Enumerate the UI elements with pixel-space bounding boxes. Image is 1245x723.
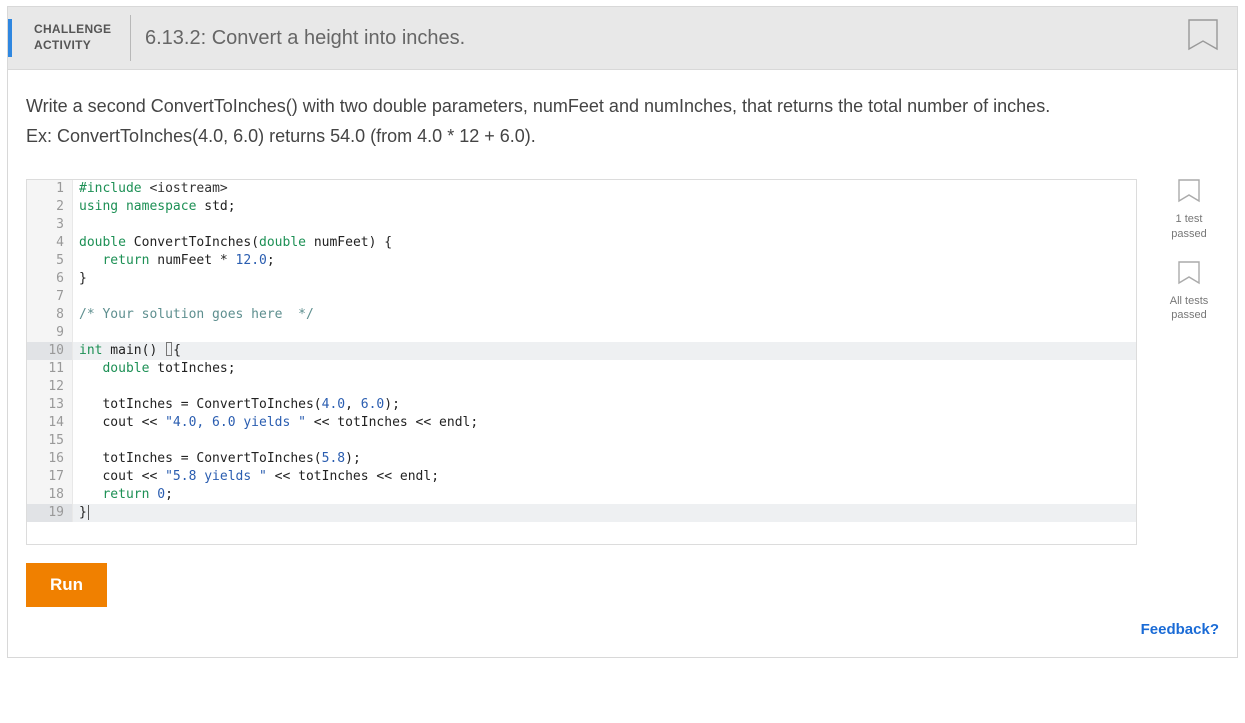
code-content[interactable]: cout << "4.0, 6.0 yields " << totInches … xyxy=(73,414,478,432)
code-content[interactable]: cout << "5.8 yields " << totInches << en… xyxy=(73,468,439,486)
code-line[interactable]: 12 xyxy=(27,378,1136,396)
line-number: 15 xyxy=(27,432,73,450)
code-content[interactable]: #include <iostream> xyxy=(73,180,228,198)
code-line[interactable]: 6} xyxy=(27,270,1136,288)
code-line[interactable]: 3 xyxy=(27,216,1136,234)
activity-label-line1: CHALLENGE xyxy=(34,22,116,38)
feedback-row: Feedback? xyxy=(26,621,1219,639)
code-line[interactable]: 5 return numFeet * 12.0; xyxy=(27,252,1136,270)
challenge-card: CHALLENGE ACTIVITY 6.13.2: Convert a hei… xyxy=(7,6,1238,658)
line-number: 10 xyxy=(27,342,73,360)
code-line[interactable]: 13 totInches = ConvertToInches(4.0, 6.0)… xyxy=(27,396,1136,414)
prompt-line: Write a second ConvertToInches() with tw… xyxy=(26,92,1219,122)
code-line[interactable]: 16 totInches = ConvertToInches(5.8); xyxy=(27,450,1136,468)
line-number: 7 xyxy=(27,288,73,306)
line-number: 19 xyxy=(27,504,73,522)
code-content[interactable] xyxy=(73,378,79,396)
bookmark-icon[interactable] xyxy=(1187,19,1219,57)
line-number: 6 xyxy=(27,270,73,288)
line-number: 8 xyxy=(27,306,73,324)
code-line[interactable]: 4double ConvertToInches(double numFeet) … xyxy=(27,234,1136,252)
card-body: Write a second ConvertToInches() with tw… xyxy=(8,70,1237,657)
line-number: 2 xyxy=(27,198,73,216)
code-content[interactable]: totInches = ConvertToInches(5.8); xyxy=(73,450,361,468)
ribbon-icon xyxy=(1177,179,1201,207)
line-number: 13 xyxy=(27,396,73,414)
code-line[interactable]: 1#include <iostream> xyxy=(27,180,1136,198)
status-text: All testspassed xyxy=(1170,294,1209,323)
activity-prompt: Write a second ConvertToInches() with tw… xyxy=(26,92,1219,151)
ribbon-icon xyxy=(1177,261,1201,289)
code-line[interactable]: 10int main() { xyxy=(27,342,1136,360)
code-content[interactable]: return numFeet * 12.0; xyxy=(73,252,275,270)
line-number: 18 xyxy=(27,486,73,504)
line-number: 5 xyxy=(27,252,73,270)
prompt-line: Ex: ConvertToInches(4.0, 6.0) returns 54… xyxy=(26,122,1219,152)
code-line[interactable]: 19} xyxy=(27,504,1136,522)
code-content[interactable]: return 0; xyxy=(73,486,173,504)
code-content[interactable]: double ConvertToInches(double numFeet) { xyxy=(73,234,392,252)
code-line[interactable]: 2using namespace std; xyxy=(27,198,1136,216)
line-number: 4 xyxy=(27,234,73,252)
line-number: 12 xyxy=(27,378,73,396)
code-content[interactable]: totInches = ConvertToInches(4.0, 6.0); xyxy=(73,396,400,414)
code-content[interactable]: int main() { xyxy=(73,342,181,360)
run-button[interactable]: Run xyxy=(26,563,107,607)
activity-type-label: CHALLENGE ACTIVITY xyxy=(26,22,116,53)
status-column: 1 testpassed All testspassed xyxy=(1159,179,1219,322)
code-content[interactable]: /* Your solution goes here */ xyxy=(73,306,314,324)
work-area: 1#include <iostream>2using namespace std… xyxy=(26,179,1219,545)
code-line[interactable]: 8/* Your solution goes here */ xyxy=(27,306,1136,324)
code-content[interactable]: } xyxy=(73,270,87,288)
line-number: 14 xyxy=(27,414,73,432)
code-line[interactable]: 11 double totInches; xyxy=(27,360,1136,378)
header-divider xyxy=(130,15,131,61)
status-all-tests: All testspassed xyxy=(1170,261,1209,323)
activity-title: 6.13.2: Convert a height into inches. xyxy=(145,27,465,50)
status-one-test: 1 testpassed xyxy=(1171,179,1206,241)
code-editor[interactable]: 1#include <iostream>2using namespace std… xyxy=(26,179,1137,545)
line-number: 9 xyxy=(27,324,73,342)
code-content[interactable] xyxy=(73,432,79,450)
code-content[interactable]: using namespace std; xyxy=(73,198,236,216)
code-content[interactable] xyxy=(73,288,79,306)
code-content[interactable]: } xyxy=(73,504,89,522)
code-line[interactable]: 15 xyxy=(27,432,1136,450)
activity-label-line2: ACTIVITY xyxy=(34,38,116,54)
code-content[interactable]: double totInches; xyxy=(73,360,236,378)
code-content[interactable] xyxy=(73,324,79,342)
code-line[interactable]: 17 cout << "5.8 yields " << totInches <<… xyxy=(27,468,1136,486)
line-number: 11 xyxy=(27,360,73,378)
status-text: 1 testpassed xyxy=(1171,212,1206,241)
line-number: 3 xyxy=(27,216,73,234)
line-number: 1 xyxy=(27,180,73,198)
code-line[interactable]: 18 return 0; xyxy=(27,486,1136,504)
code-line[interactable]: 14 cout << "4.0, 6.0 yields " << totInch… xyxy=(27,414,1136,432)
code-line[interactable]: 7 xyxy=(27,288,1136,306)
feedback-link[interactable]: Feedback? xyxy=(1141,621,1219,638)
line-number: 17 xyxy=(27,468,73,486)
code-content[interactable] xyxy=(73,216,79,234)
line-number: 16 xyxy=(27,450,73,468)
card-header: CHALLENGE ACTIVITY 6.13.2: Convert a hei… xyxy=(8,7,1237,70)
code-line[interactable]: 9 xyxy=(27,324,1136,342)
